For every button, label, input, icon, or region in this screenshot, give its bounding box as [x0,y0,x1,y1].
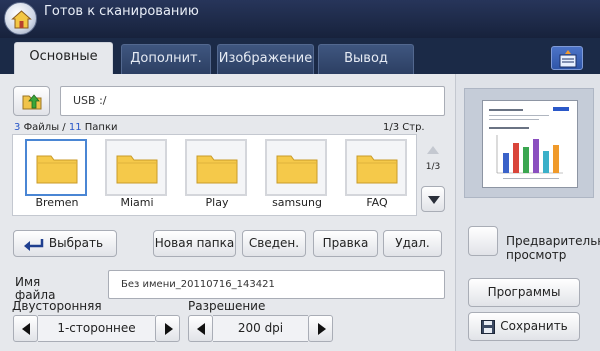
duplex-label: Двусторонняя [12,299,102,313]
save-label: Сохранить [500,319,568,333]
folder-item[interactable]: samsung [259,135,337,215]
new-folder-button[interactable]: Новая папка [153,230,236,257]
resolution-prev-button[interactable] [188,315,213,342]
duplex-next-button[interactable] [155,315,180,342]
folder-thumbnail [345,139,407,196]
folder-item[interactable]: FAQ [339,135,416,215]
item-counts: 3 Файлы / 11 Папки [14,122,118,133]
folders-count: 11 [68,122,82,133]
home-button[interactable] [4,2,37,35]
folder-thumbnail [185,139,247,196]
duplex-prev-button[interactable] [13,315,38,342]
file-browser: Bremen Miami Play samsung FAQ [12,134,417,216]
status-title: Готов к сканированию [44,4,199,19]
folders-label: Папки [84,122,118,133]
folder-icon [116,155,158,184]
document-preview-icon [489,107,569,179]
select-button[interactable]: Выбрать [13,230,117,257]
arrow-up-icon [427,146,439,154]
preview-toggle-button[interactable] [468,226,498,256]
programs-button[interactable]: Программы [468,278,580,307]
page-indicator: 1/3 Стр. [383,122,425,133]
path-field: USB :/ [60,86,445,116]
counts-separator: / [62,122,66,133]
arrow-down-icon [428,196,440,204]
preview-label: Предварительный просмотр [506,234,600,262]
scroll-indicator: 1/3 [425,162,441,172]
duplex-value: 1-стороннее [38,315,155,342]
device-menu-button[interactable] [551,46,583,70]
folder-item[interactable]: Miami [99,135,177,215]
folder-icon [276,155,318,184]
select-label: Выбрать [48,236,104,250]
folder-icon [356,155,398,184]
filename-field[interactable]: Без имени_20110716_143421 [108,270,445,299]
folder-name: samsung [272,196,322,209]
folder-name: Miami [120,196,154,209]
side-panel: Предварительный просмотр Программы Сохра… [455,74,600,351]
folder-item[interactable]: Bremen [19,135,97,215]
arrow-right-icon [165,323,173,335]
info-button[interactable]: Сведен. [242,230,306,257]
tab-basic[interactable]: Основные [14,42,113,74]
scroll-down-button[interactable] [421,186,445,212]
folder-name: Play [205,196,229,209]
save-button[interactable]: Сохранить [468,312,580,341]
arrow-right-icon [318,323,326,335]
job-list-icon [559,50,577,68]
scroll-up-button[interactable] [421,138,445,164]
delete-button[interactable]: Удал. [383,230,442,257]
tab-image[interactable]: Изображение [217,44,314,74]
tab-advanced[interactable]: Дополнит. [121,44,211,74]
folder-icon [36,155,78,184]
folder-thumbnail [265,139,327,196]
tab-output[interactable]: Вывод [318,44,414,74]
home-icon [11,10,32,29]
main-panel: USB :/ 3 Файлы / 11 Папки 1/3 Стр. Breme… [0,74,455,351]
folder-name: Bremen [35,196,79,209]
resolution-value: 200 dpi [213,315,308,342]
edit-button[interactable]: Правка [313,230,378,257]
preview-thumbnail [482,100,578,188]
floppy-disk-icon [481,320,495,334]
tab-bar: Основные Дополнит. Изображение Вывод [0,38,600,74]
files-label: Файлы [23,122,60,133]
arrow-left-icon [197,323,205,335]
folder-thumbnail [25,139,87,196]
folder-item[interactable]: Play [179,135,257,215]
folder-name: FAQ [366,196,388,209]
folder-icon [196,155,238,184]
top-bar: Готов к сканированию [0,0,600,38]
enter-arrow-icon [24,239,44,251]
folder-thumbnail [105,139,167,196]
arrow-left-icon [22,323,30,335]
resolution-next-button[interactable] [308,315,333,342]
folder-up-button[interactable] [13,86,50,116]
folder-up-icon [22,94,42,110]
resolution-label: Разрешение [188,299,266,313]
preview-frame [464,88,594,198]
files-count: 3 [14,122,21,133]
